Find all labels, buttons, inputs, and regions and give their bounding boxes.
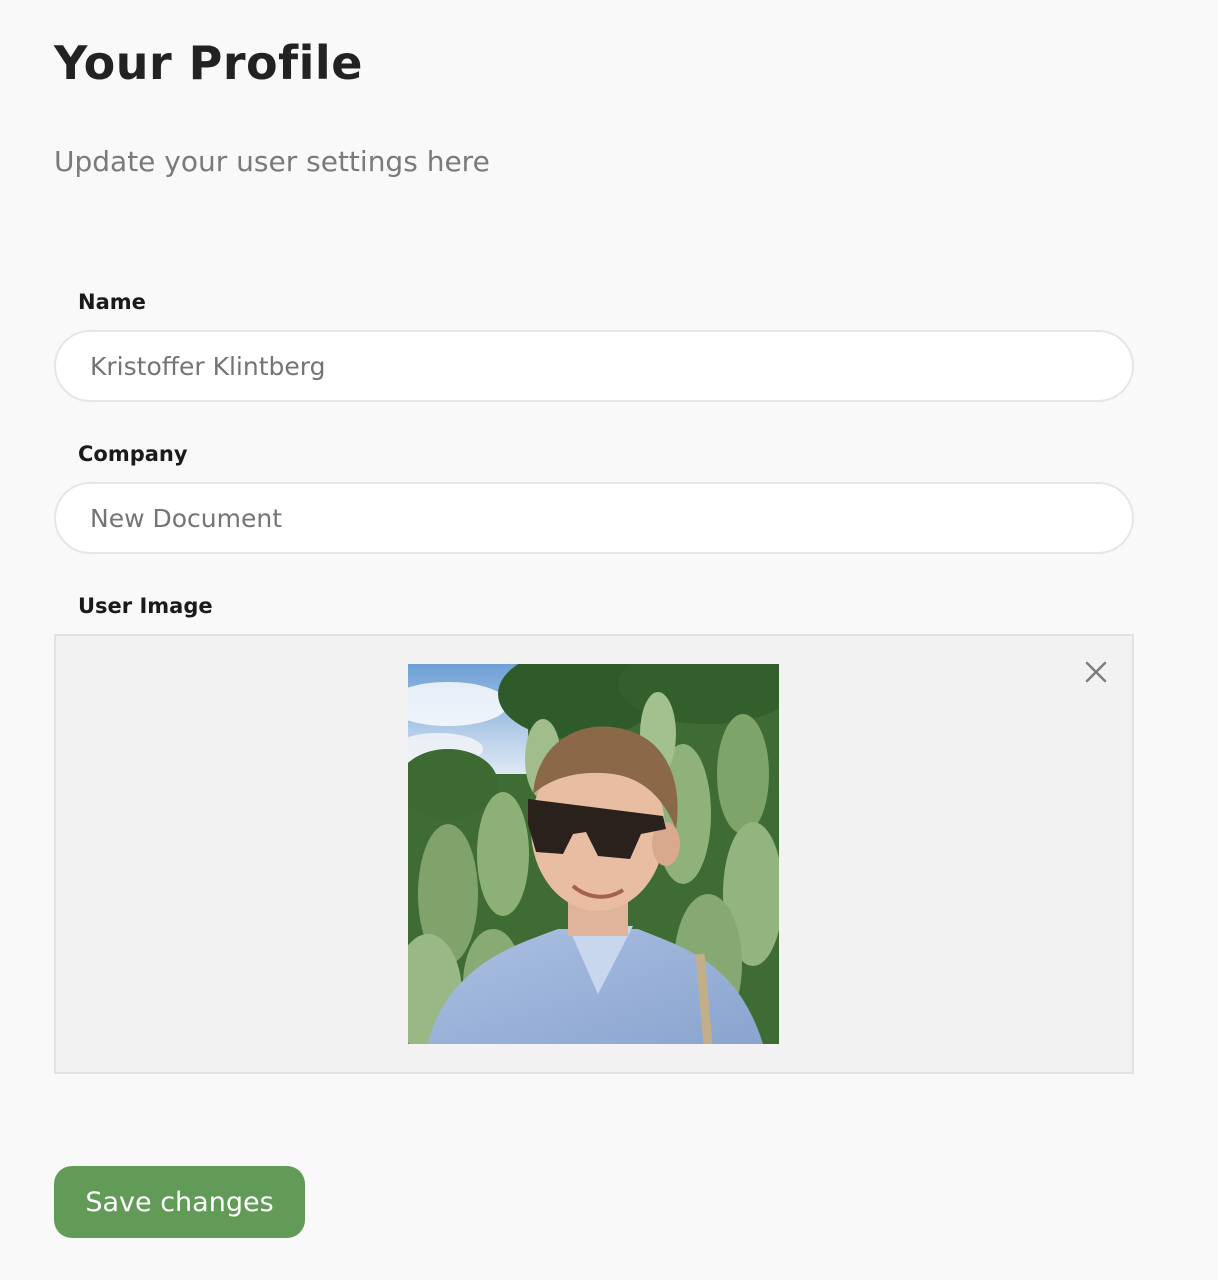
user-image-preview <box>408 664 779 1044</box>
save-changes-button[interactable]: Save changes <box>54 1166 305 1238</box>
name-label: Name <box>78 290 146 314</box>
close-icon <box>1085 661 1107 683</box>
company-label: Company <box>78 442 188 466</box>
user-image-dropzone[interactable] <box>54 634 1134 1074</box>
page-subtitle: Update your user settings here <box>54 145 490 178</box>
page-title: Your Profile <box>54 36 363 90</box>
name-input[interactable] <box>54 330 1134 402</box>
user-image-label: User Image <box>78 594 213 618</box>
company-input[interactable] <box>54 482 1134 554</box>
profile-page: Your Profile Update your user settings h… <box>0 0 1218 1280</box>
remove-image-button[interactable] <box>1078 654 1114 690</box>
